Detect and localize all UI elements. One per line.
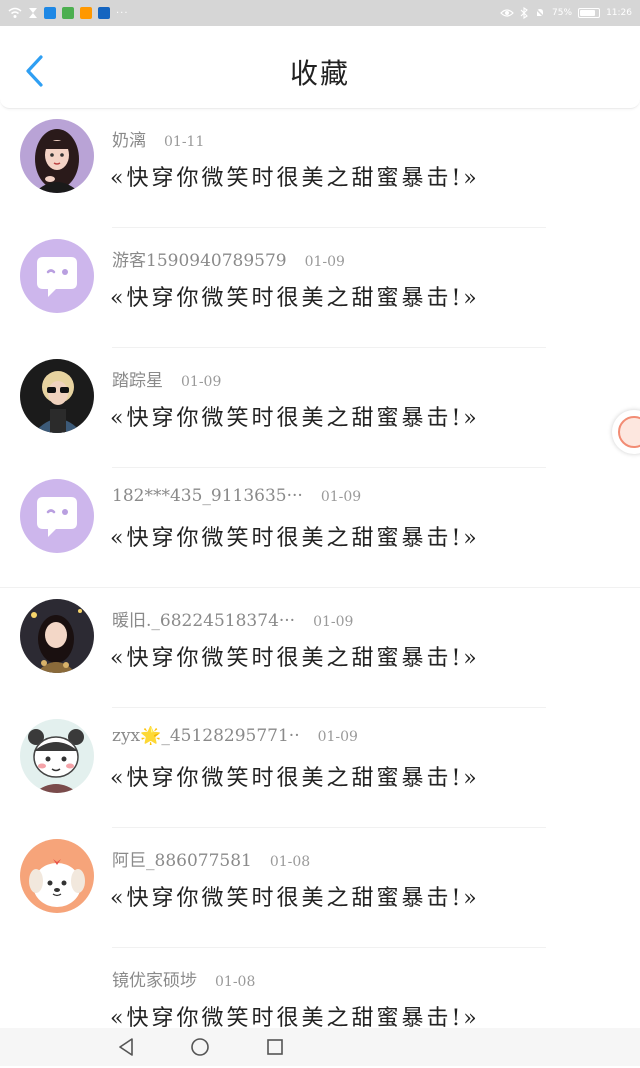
cartoon-puppy-icon — [20, 839, 94, 913]
mute-icon — [534, 7, 546, 19]
item-meta: 奶漓 01-11 — [112, 126, 205, 151]
item-date: 01-09 — [313, 614, 354, 630]
item-date: 01-09 — [181, 374, 222, 390]
cartoon-character-icon — [20, 719, 94, 793]
username: 182***435_9113635··· — [112, 486, 303, 506]
list-item[interactable]: 游客1590940789579 01-09 «快穿你微笑时很美之甜蜜暴击!» — [0, 228, 640, 348]
night-photo-portrait-icon — [20, 599, 94, 673]
book-title[interactable]: «快穿你微笑时很美之甜蜜暴击!» — [110, 400, 480, 432]
favorites-list: 奶漓 01-11 «快穿你微笑时很美之甜蜜暴击!» 游客159094078957… — [0, 108, 640, 1068]
book-title[interactable]: «快穿你微笑时很美之甜蜜暴击!» — [110, 160, 480, 192]
item-date: 01-09 — [317, 729, 358, 745]
item-date: 01-09 — [320, 489, 362, 505]
item-meta: 镜优家硕埗 01-08 — [112, 966, 256, 991]
search-app-icon — [44, 7, 56, 19]
item-date: 01-08 — [215, 974, 256, 990]
nav-back-button[interactable] — [116, 1036, 138, 1058]
eye-icon — [500, 9, 514, 17]
item-meta: zyx🌟_45128295771·· 01-09 — [112, 726, 358, 750]
list-item[interactable]: 奶漓 01-11 «快穿你微笑时很美之甜蜜暴击!» — [0, 108, 640, 228]
item-meta: 游客1590940789579 01-09 — [112, 246, 345, 271]
clock: 11:26 — [606, 8, 632, 18]
battery-icon — [578, 8, 601, 18]
item-date: 01-11 — [164, 134, 205, 150]
avatar — [20, 839, 94, 913]
chat-bubble-icon — [20, 239, 94, 313]
floating-reward-icon[interactable] — [612, 410, 640, 454]
book-title[interactable]: «快穿你微笑时很美之甜蜜暴击!» — [110, 640, 480, 672]
book-title[interactable]: «快穿你微笑时很美之甜蜜暴击!» — [110, 280, 480, 312]
video-app-icon — [80, 7, 92, 19]
more-notifications: ··· — [116, 7, 129, 19]
hourglass-icon — [29, 8, 37, 18]
avatar — [20, 239, 94, 313]
username: 奶漓 — [112, 131, 146, 151]
blue-app-icon — [98, 7, 110, 19]
nav-recents-button[interactable] — [264, 1036, 286, 1058]
list-item[interactable]: 暖旧._68224518374··· 01-09 «快穿你微笑时很美之甜蜜暴击!… — [0, 588, 640, 708]
username: 游客1590940789579 — [112, 251, 287, 271]
list-item[interactable]: 182***435_9113635··· 01-09 «快穿你微笑时很美之甜蜜暴… — [0, 468, 640, 588]
username: zyx🌟_45128295771·· — [112, 726, 300, 746]
avatar — [20, 359, 94, 433]
avatar — [20, 719, 94, 793]
status-bar: ··· 75% 11:26 — [0, 0, 640, 26]
girl-portrait-icon — [20, 119, 94, 193]
book-title[interactable]: «快穿你微笑时很美之甜蜜暴击!» — [110, 520, 480, 552]
book-title[interactable]: «快穿你微笑时很美之甜蜜暴击!» — [110, 760, 480, 792]
status-bar-right: 75% 11:26 — [500, 7, 632, 19]
bluetooth-icon — [520, 7, 528, 19]
avatar — [20, 479, 94, 553]
circle-home-icon — [191, 1038, 209, 1056]
book-title[interactable]: «快穿你微笑时很美之甜蜜暴击!» — [110, 880, 480, 912]
avatar — [20, 599, 94, 673]
item-meta: 踏踪星 01-09 — [112, 366, 222, 391]
system-nav-bar — [0, 1028, 640, 1066]
triangle-back-icon — [119, 1038, 133, 1056]
header: 收藏 — [0, 26, 640, 109]
status-bar-left: ··· — [8, 7, 129, 19]
list-item[interactable]: 踏踪星 01-09 «快穿你微笑时很美之甜蜜暴击!» — [0, 348, 640, 468]
list-item[interactable]: 阿巨_886077581 01-08 «快穿你微笑时很美之甜蜜暴击!» — [0, 828, 640, 948]
username: 阿巨_886077581 — [112, 851, 252, 871]
username: 暖旧._68224518374··· — [112, 611, 296, 631]
avatar — [20, 119, 94, 193]
sunglasses-portrait-icon — [20, 359, 94, 433]
username: 踏踪星 — [112, 371, 163, 391]
item-date: 01-08 — [269, 854, 311, 870]
nav-home-button[interactable] — [189, 1036, 211, 1058]
wechat-icon — [62, 7, 74, 19]
item-meta: 阿巨_886077581 01-08 — [112, 846, 311, 871]
list-item[interactable]: zyx🌟_45128295771·· 01-09 «快穿你微笑时很美之甜蜜暴击!… — [0, 708, 640, 828]
wifi-icon — [8, 7, 22, 18]
item-meta: 182***435_9113635··· 01-09 — [112, 486, 361, 510]
username: 镜优家硕埗 — [112, 971, 197, 991]
battery-percent: 75% — [552, 8, 573, 18]
square-recents-icon — [267, 1039, 283, 1055]
page-title: 收藏 — [289, 57, 350, 90]
chat-bubble-icon — [20, 479, 94, 553]
item-meta: 暖旧._68224518374··· 01-09 — [112, 606, 354, 631]
item-date: 01-09 — [304, 254, 345, 270]
